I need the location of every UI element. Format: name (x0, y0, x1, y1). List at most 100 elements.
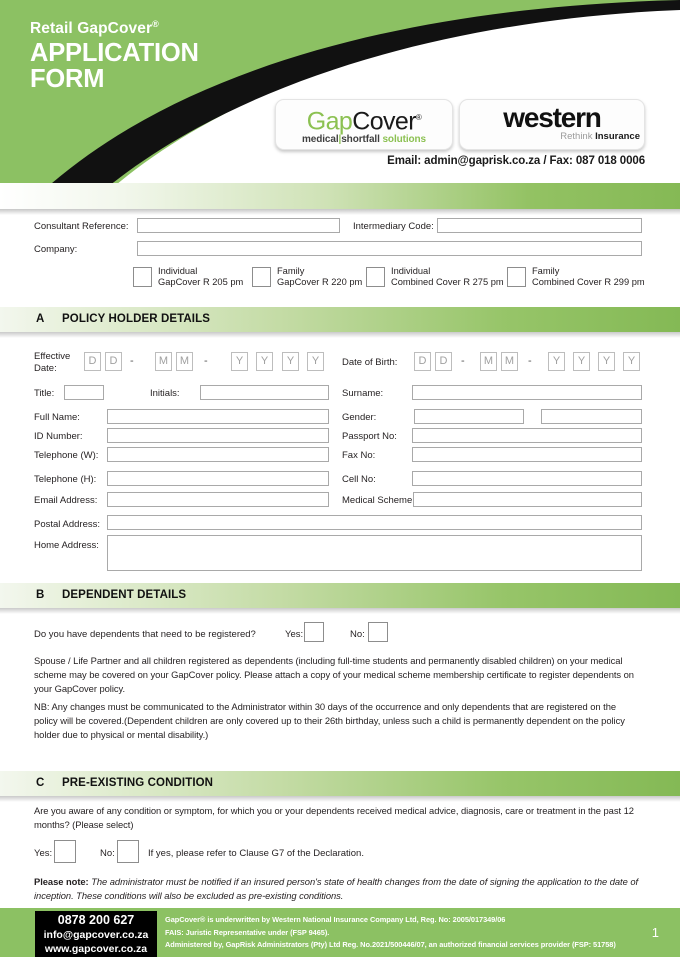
effective-date-y3[interactable]: Y (282, 352, 299, 371)
gapcover-logo-inner: GapCover® medical|shortfall solutions (276, 105, 452, 146)
footer-phone: 0878 200 627 (57, 913, 135, 927)
plan-option-label-0-line2: GapCover R 205 pm (158, 277, 244, 287)
telephone-home-label: Telephone (H): (34, 474, 97, 485)
dependents-yes-checkbox[interactable] (304, 622, 324, 642)
dob-dash-2: - (528, 355, 532, 367)
dob-m1[interactable]: M (480, 352, 497, 371)
dependents-paragraph-2: NB: Any changes must be communicated to … (34, 701, 625, 741)
effective-date-d1[interactable]: D (84, 352, 101, 371)
footer-contact-block: 0878 200 627 info@gapcover.co.za www.gap… (35, 911, 157, 957)
plan-option-label-2-line1: Individual (391, 266, 431, 276)
header-title-line-1: APPLICATION (30, 39, 199, 68)
cell-input[interactable] (412, 471, 642, 486)
consultant-reference-input[interactable] (137, 218, 340, 233)
postal-address-input[interactable] (107, 515, 642, 530)
plan-option-checkbox-1[interactable] (252, 267, 271, 287)
page-number: 1 (651, 925, 659, 940)
plan-option-label-1-line1: Family (277, 266, 305, 276)
dob-y2[interactable]: Y (573, 352, 590, 371)
intermediary-code-input[interactable] (437, 218, 642, 233)
header-accent-bar (0, 183, 680, 209)
passport-input[interactable] (412, 428, 642, 443)
effective-date-m2[interactable]: M (176, 352, 193, 371)
gapcover-logo-tagline: medical|shortfall solutions (276, 134, 452, 146)
dob-d2[interactable]: D (435, 352, 452, 371)
dob-d1[interactable]: D (414, 352, 431, 371)
full-name-label: Full Name: (34, 412, 80, 423)
company-input[interactable] (137, 241, 642, 256)
id-number-label: ID Number: (34, 431, 83, 442)
effective-date-label-line1: Effective (34, 351, 71, 362)
header-accent-bar-shadow (0, 209, 680, 215)
western-logo-wordmark: western (503, 102, 602, 133)
section-c-letter: C (36, 777, 45, 789)
email-address-input[interactable] (107, 492, 329, 507)
consultant-reference-label: Consultant Reference: (34, 221, 129, 232)
dob-m2[interactable]: M (501, 352, 518, 371)
telephone-work-input[interactable] (107, 447, 329, 462)
header-title-group: Retail GapCover® APPLICATION FORM (30, 14, 199, 92)
gapcover-logo: GapCover® medical|shortfall solutions (275, 99, 453, 150)
gapcover-word-cover: Cover (352, 107, 416, 136)
intermediary-code-label: Intermediary Code: (353, 221, 434, 232)
id-number-input[interactable] (107, 428, 329, 443)
dob-y4[interactable]: Y (623, 352, 640, 371)
plan-option-checkbox-0[interactable] (133, 267, 152, 287)
gapcover-logo-wordmark: GapCover® (276, 105, 452, 134)
plan-option-checkbox-2[interactable] (366, 267, 385, 287)
pre-existing-clause-note: If yes, please refer to Clause G7 of the… (148, 848, 364, 859)
dependents-no-checkbox[interactable] (368, 622, 388, 642)
title-label: Title: (34, 388, 55, 399)
page-footer: 0878 200 627 info@gapcover.co.za www.gap… (0, 908, 680, 957)
dob-y3[interactable]: Y (598, 352, 615, 371)
title-input[interactable] (64, 385, 104, 400)
surname-input[interactable] (412, 385, 642, 400)
effective-date-label-line2: Date: (34, 363, 57, 374)
western-logo: western Rethink Insurance (459, 99, 645, 150)
section-c-header: C PRE-EXISTING CONDITION (0, 771, 680, 796)
home-address-input[interactable] (107, 535, 642, 571)
gapcover-reg-mark: ® (415, 113, 422, 122)
section-a-title: POLICY HOLDER DETAILS (62, 313, 210, 325)
plan-option-label-3-line2: Combined Cover R 299 pm (532, 277, 645, 287)
home-address-label: Home Address: (34, 540, 99, 551)
effective-date-y1[interactable]: Y (231, 352, 248, 371)
pre-existing-yes-checkbox[interactable] (54, 840, 76, 863)
pre-existing-no-checkbox[interactable] (117, 840, 139, 863)
plan-option-checkbox-3[interactable] (507, 267, 526, 287)
contact-line: Email: admin@gaprisk.co.za / Fax: 087 01… (387, 155, 645, 167)
application-form-page: Retail GapCover® APPLICATION FORM GapCov… (0, 0, 680, 957)
medical-scheme-input[interactable] (413, 492, 642, 507)
registered-mark: ® (152, 19, 159, 29)
footer-legal-line-2: FAIS: Juristic Representative under (FSP… (165, 927, 330, 937)
plan-option-label-3-line1: Family (532, 266, 560, 276)
section-c-title: PRE-EXISTING CONDITION (62, 777, 214, 789)
effective-date-m1[interactable]: M (155, 352, 172, 371)
gender-input-secondary[interactable] (541, 409, 642, 424)
plan-option-label-1-line2: GapCover R 220 pm (277, 277, 363, 287)
header-subtitle-text: Retail GapCover (30, 20, 153, 38)
effective-date-dash-1: - (130, 355, 134, 367)
surname-label: Surname: (342, 388, 384, 399)
fax-input[interactable] (412, 447, 642, 462)
gapcover-tag-shortfall: shortfall (341, 134, 380, 146)
dependents-no-label: No: (350, 629, 365, 640)
effective-date-d2[interactable]: D (105, 352, 122, 371)
gender-input[interactable] (414, 409, 524, 424)
header-subtitle: Retail GapCover® (30, 14, 199, 39)
dependents-paragraph-1: Spouse / Life Partner and all children r… (34, 655, 634, 695)
cell-label: Cell No: (342, 474, 376, 485)
telephone-work-label: Telephone (W): (34, 450, 99, 461)
gapcover-tag-solutions: solutions (382, 134, 427, 146)
pre-existing-yes-label: Yes: (34, 848, 53, 859)
initials-input[interactable] (200, 385, 329, 400)
effective-date-y2[interactable]: Y (256, 352, 273, 371)
plan-option-label-2-line2: Combined Cover R 275 pm (391, 277, 504, 287)
dob-y1[interactable]: Y (548, 352, 565, 371)
footer-legal-block: GapCover® is underwritten by Western Nat… (165, 914, 616, 952)
full-name-input[interactable] (107, 409, 329, 424)
footer-legal-line-1: GapCover® is underwritten by Western Nat… (165, 915, 506, 924)
effective-date-y4[interactable]: Y (307, 352, 324, 371)
effective-date-dash-2: - (204, 355, 208, 367)
telephone-home-input[interactable] (107, 471, 329, 486)
